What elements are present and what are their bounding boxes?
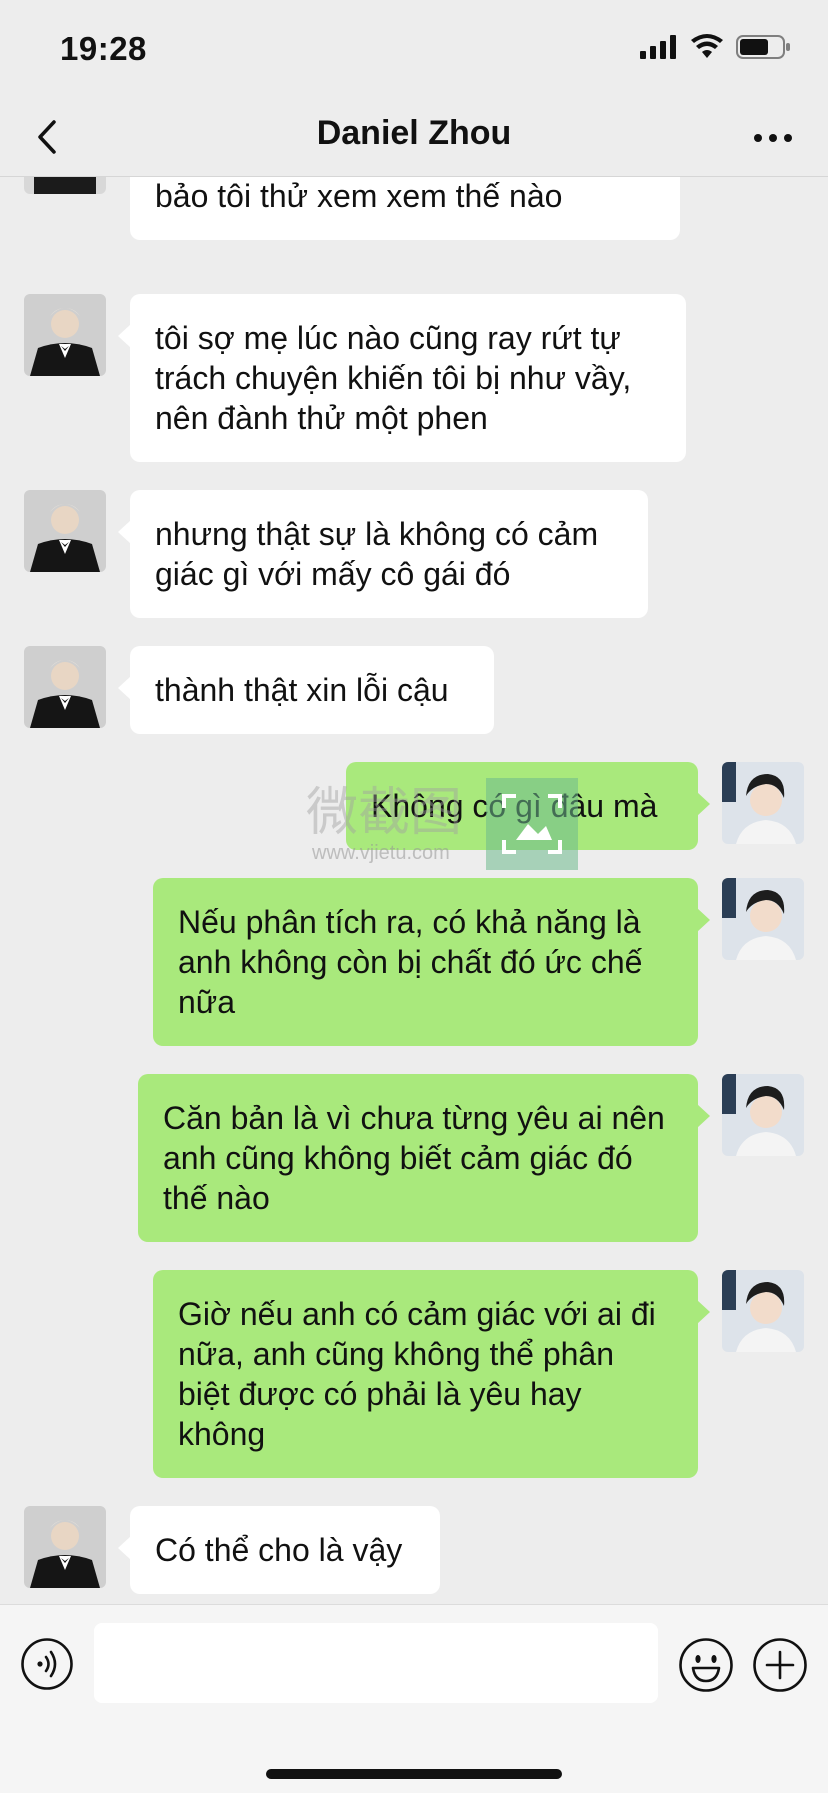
message-list[interactable]: đạo, có các anh phụ, nên mẹ hay bảo tôi …	[0, 177, 828, 1602]
message-bubble-outgoing[interactable]: Căn bản là vì chưa từng yêu ai nên anh c…	[138, 1074, 710, 1242]
contact-avatar[interactable]	[24, 294, 106, 376]
my-avatar[interactable]	[722, 1270, 804, 1352]
contact-avatar[interactable]	[24, 490, 106, 572]
message-bubble-incoming[interactable]: tôi sợ mẹ lúc nào cũng ray rứt tự trách …	[118, 294, 686, 462]
home-indicator[interactable]	[266, 1769, 562, 1779]
voice-button[interactable]	[20, 1637, 74, 1691]
nav-bar: Daniel Zhou	[0, 100, 828, 177]
more-button[interactable]	[748, 116, 798, 160]
more-dots-icon	[754, 134, 792, 142]
status-bar: 19:28	[0, 0, 828, 100]
message-bubble-incoming[interactable]: Có thể cho là vậy	[118, 1506, 440, 1594]
voice-icon	[21, 1638, 73, 1690]
status-icons	[640, 34, 792, 65]
message-bubble-incoming[interactable]: nhưng thật sự là không có cảm giác gì vớ…	[118, 490, 648, 618]
my-avatar[interactable]	[722, 762, 804, 844]
emoji-icon	[679, 1638, 733, 1692]
message-bubble-outgoing[interactable]: Giờ nếu anh có cảm giác với ai đi nữa, a…	[153, 1270, 710, 1478]
cellular-signal-icon	[640, 35, 678, 64]
message-input[interactable]	[94, 1623, 658, 1703]
battery-icon	[736, 34, 792, 65]
message-bubble-outgoing[interactable]: Không có gì đâu mà	[346, 762, 710, 850]
message-bubble-incoming[interactable]: đạo, có các anh phụ, nên mẹ hay bảo tôi …	[130, 177, 680, 240]
chat-title: Daniel Zhou	[316, 114, 512, 152]
input-bar	[0, 1604, 828, 1793]
contact-avatar[interactable]	[24, 177, 106, 194]
contact-avatar[interactable]	[24, 646, 106, 728]
wifi-icon	[690, 34, 724, 65]
my-avatar[interactable]	[722, 1074, 804, 1156]
status-time: 19:28	[60, 30, 147, 67]
more-functions-button[interactable]	[752, 1637, 808, 1693]
my-avatar[interactable]	[722, 878, 804, 960]
emoji-button[interactable]	[678, 1637, 734, 1693]
plus-icon	[753, 1638, 807, 1692]
message-bubble-incoming[interactable]: thành thật xin lỗi cậu	[118, 646, 494, 734]
contact-avatar[interactable]	[24, 1506, 106, 1588]
message-bubble-outgoing[interactable]: Nếu phân tích ra, có khả năng là anh khô…	[153, 878, 710, 1046]
